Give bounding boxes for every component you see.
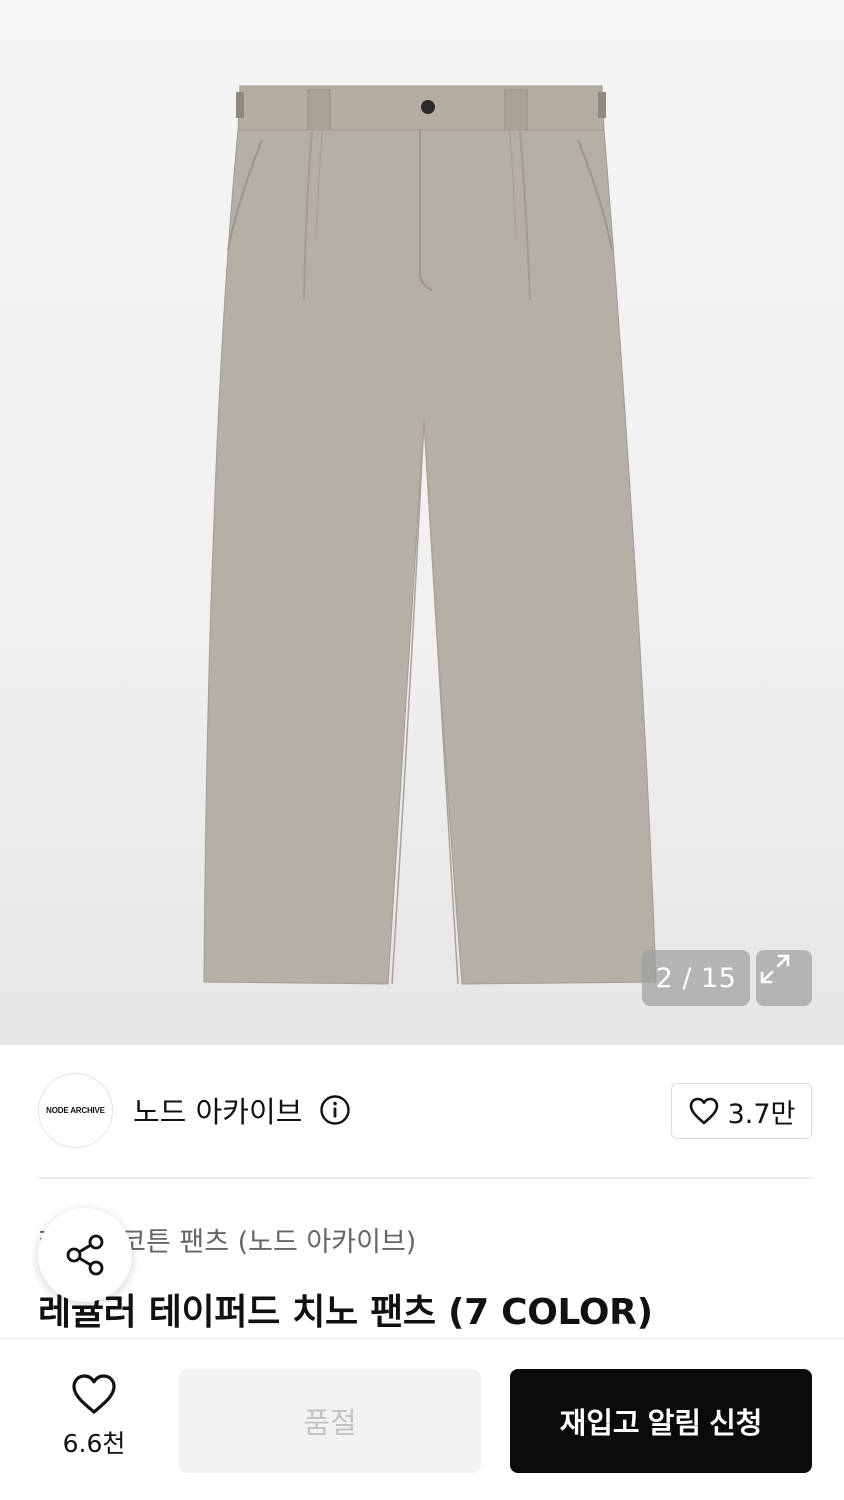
heart-icon	[72, 1374, 116, 1414]
brand-like-count: 3.7만	[727, 1098, 796, 1130]
brand-logo-text: NODE ARCHIVE	[46, 1106, 105, 1115]
wishlist-button[interactable]: 6.6천	[38, 1372, 150, 1472]
expand-button[interactable]	[756, 950, 812, 1006]
expand-icon	[760, 954, 790, 984]
product-image	[203, 85, 657, 985]
info-icon[interactable]	[319, 1094, 351, 1126]
share-icon	[66, 1234, 104, 1276]
brand-logo[interactable]: NODE ARCHIVE	[38, 1073, 113, 1148]
product-title: 레귤러 테이퍼드 치노 팬츠 (7 COLOR)	[38, 1292, 653, 1333]
product-image-carousel[interactable]: 2 / 15	[0, 0, 844, 1045]
brand-like-button[interactable]: 3.7만	[671, 1083, 812, 1139]
heart-icon	[689, 1097, 718, 1125]
brand-name[interactable]: 노드 아카이브	[133, 1089, 302, 1131]
share-button[interactable]	[38, 1208, 132, 1302]
soldout-button: 품절	[179, 1369, 481, 1473]
restock-alert-button[interactable]: 재입고 알림 신청	[510, 1369, 812, 1473]
image-counter: 2 / 15	[642, 950, 750, 1006]
wish-count: 6.6천	[62, 1429, 126, 1458]
divider	[38, 1177, 812, 1179]
